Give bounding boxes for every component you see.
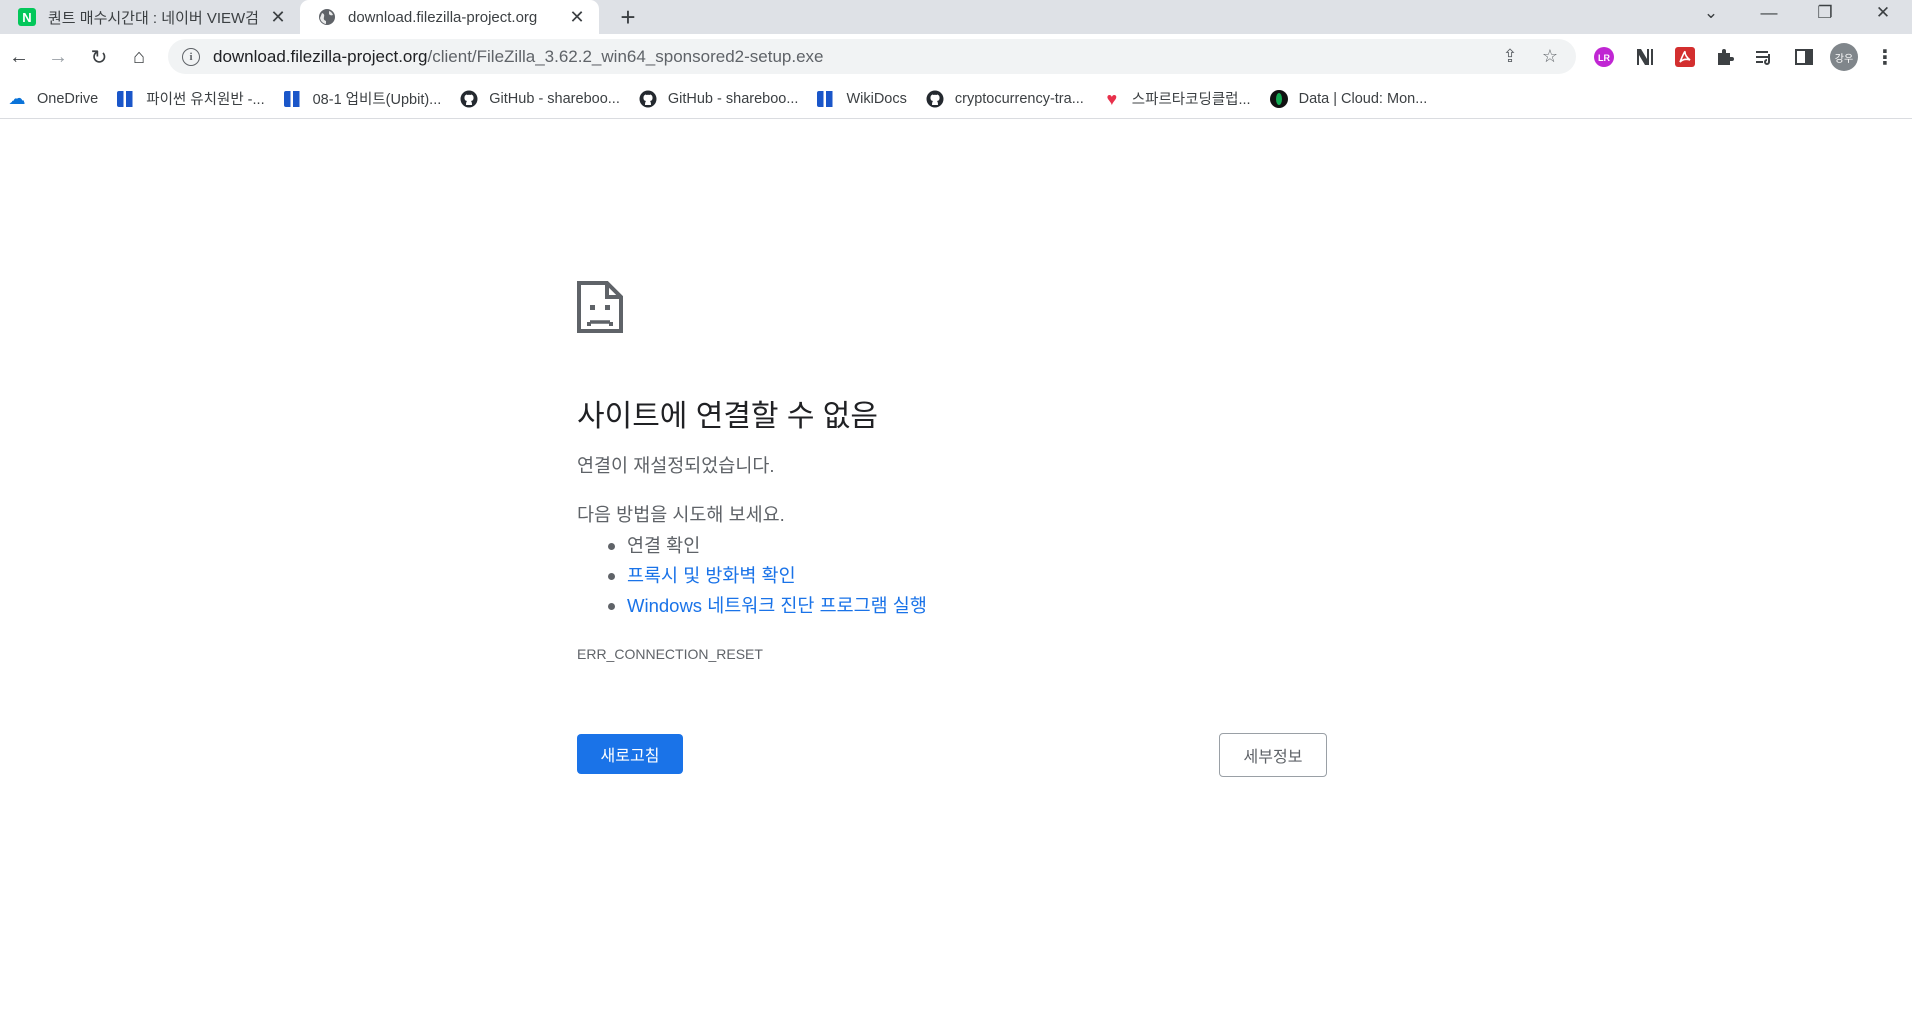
forward-button[interactable]: → bbox=[41, 40, 75, 74]
url-host: download.filezilla-project.org bbox=[213, 46, 428, 66]
svg-text:LR: LR bbox=[1598, 53, 1610, 63]
bookmark-label: cryptocurrency-tra... bbox=[954, 90, 1084, 107]
extensions-puzzle-icon[interactable] bbox=[1713, 45, 1737, 69]
bookmark-upbit[interactable]: 08-1 업비트(Upbit)... bbox=[283, 85, 442, 113]
bookmark-label: 파이썬 유치원반 -... bbox=[146, 92, 265, 108]
globe-icon bbox=[319, 9, 335, 25]
site-info-icon[interactable]: i bbox=[182, 47, 200, 66]
share-icon[interactable]: ⇪ bbox=[1492, 39, 1528, 74]
error-code: ERR_CONNECTION_RESET bbox=[577, 646, 763, 662]
tab-filezilla[interactable]: download.filezilla-project.org ✕ bbox=[300, 0, 599, 34]
profile-avatar[interactable]: 강우 bbox=[1830, 43, 1858, 71]
suggestion-network-diagnostics-link[interactable]: Windows 네트워크 진단 프로그램 실행 bbox=[608, 591, 927, 621]
bookmarks-bar: ☁ OneDrive 파이썬 유치원반 -... 08-1 업비트(Upbit)… bbox=[0, 79, 1912, 119]
extension-n-icon[interactable] bbox=[1633, 45, 1657, 69]
restore-button[interactable]: ❐ bbox=[1797, 0, 1853, 26]
tab-title: 퀀트 매수시간대 : 네이버 VIEW검 bbox=[48, 9, 259, 27]
bookmark-label: OneDrive bbox=[37, 90, 99, 107]
bookmark-mongodb[interactable]: Data | Cloud: Mon... bbox=[1269, 85, 1428, 113]
error-headline: 사이트에 연결할 수 없음 bbox=[577, 400, 879, 433]
github-icon bbox=[926, 90, 944, 107]
onedrive-icon: ☁ bbox=[8, 88, 26, 108]
extension-lr-icon[interactable]: LR bbox=[1592, 45, 1616, 69]
bookmark-label: 스파르타코딩클럽... bbox=[1131, 92, 1251, 108]
naver-icon: N bbox=[18, 8, 36, 26]
suggestions-heading: 다음 방법을 시도해 보세요. bbox=[577, 504, 785, 525]
suggestions-list: 연결 확인 프록시 및 방화벽 확인 Windows 네트워크 진단 프로그램 … bbox=[608, 531, 927, 621]
bookmark-wikidocs[interactable]: WikiDocs bbox=[817, 85, 907, 113]
new-tab-button[interactable]: + bbox=[613, 0, 643, 34]
extension-acrobat-icon[interactable] bbox=[1673, 45, 1697, 69]
bookmark-onedrive[interactable]: ☁ OneDrive bbox=[8, 85, 99, 113]
github-icon bbox=[639, 90, 657, 107]
bookmark-github-1[interactable]: GitHub - shareboo... bbox=[460, 85, 620, 113]
bookmark-cryptocurrency[interactable]: cryptocurrency-tra... bbox=[926, 85, 1084, 113]
bookmark-label: Data | Cloud: Mon... bbox=[1298, 90, 1428, 107]
bookmark-label: WikiDocs bbox=[846, 90, 907, 107]
suggestion-check-connection: 연결 확인 bbox=[608, 531, 927, 561]
sad-file-icon bbox=[577, 281, 623, 333]
back-button[interactable]: ← bbox=[2, 40, 36, 74]
url-path: /client/FileZilla_3.62.2_win64_sponsored… bbox=[427, 46, 824, 66]
mongodb-leaf-icon bbox=[1269, 89, 1288, 108]
tab-close-icon[interactable]: ✕ bbox=[264, 7, 292, 28]
tab-strip: N 퀀트 매수시간대 : 네이버 VIEW검 ✕ download.filezi… bbox=[0, 0, 1912, 34]
suggestion-proxy-firewall-link[interactable]: 프록시 및 방화벽 확인 bbox=[608, 561, 927, 591]
reading-list-icon[interactable] bbox=[1752, 45, 1776, 69]
bookmark-label: GitHub - shareboo... bbox=[489, 90, 620, 107]
bookmark-label: 08-1 업비트(Upbit)... bbox=[312, 92, 442, 108]
bookmark-label: GitHub - shareboo... bbox=[667, 90, 799, 107]
wikidocs-icon bbox=[283, 90, 302, 107]
tab-title: download.filezilla-project.org bbox=[348, 8, 538, 26]
bookmark-github-2[interactable]: GitHub - shareboo... bbox=[639, 85, 799, 113]
menu-kebab-icon[interactable]: ⋮ bbox=[1873, 45, 1897, 69]
details-button[interactable]: 세부정보 bbox=[1219, 733, 1327, 777]
address-bar[interactable]: i download.filezilla-project.org /client… bbox=[168, 39, 1576, 74]
reload-page-button[interactable]: 새로고침 bbox=[577, 734, 683, 774]
close-window-button[interactable]: ✕ bbox=[1855, 0, 1911, 26]
heart-icon: ♥ bbox=[1106, 88, 1118, 109]
tab-naver[interactable]: N 퀀트 매수시간대 : 네이버 VIEW검 ✕ bbox=[0, 0, 300, 34]
home-button[interactable]: ⌂ bbox=[122, 40, 156, 74]
wikidocs-icon bbox=[117, 90, 136, 107]
bookmark-sparta-coding[interactable]: ♥ 스파르타코딩클럽... bbox=[1103, 85, 1251, 113]
wikidocs-icon bbox=[817, 90, 836, 107]
tab-search-icon[interactable]: ⌄ bbox=[1683, 0, 1739, 26]
error-description: 연결이 재설정되었습니다. bbox=[577, 455, 775, 476]
bookmark-star-icon[interactable]: ☆ bbox=[1532, 39, 1568, 74]
bookmark-python-kindergarten[interactable]: 파이썬 유치원반 -... bbox=[117, 85, 265, 113]
side-panel-icon[interactable] bbox=[1792, 45, 1816, 69]
github-icon bbox=[460, 90, 478, 107]
reload-button[interactable]: ↻ bbox=[82, 40, 116, 74]
tab-close-icon[interactable]: ✕ bbox=[563, 7, 591, 28]
toolbar: ← → ↻ ⌂ i download.filezilla-project.org… bbox=[0, 34, 1912, 79]
minimize-button[interactable]: — bbox=[1741, 0, 1797, 26]
